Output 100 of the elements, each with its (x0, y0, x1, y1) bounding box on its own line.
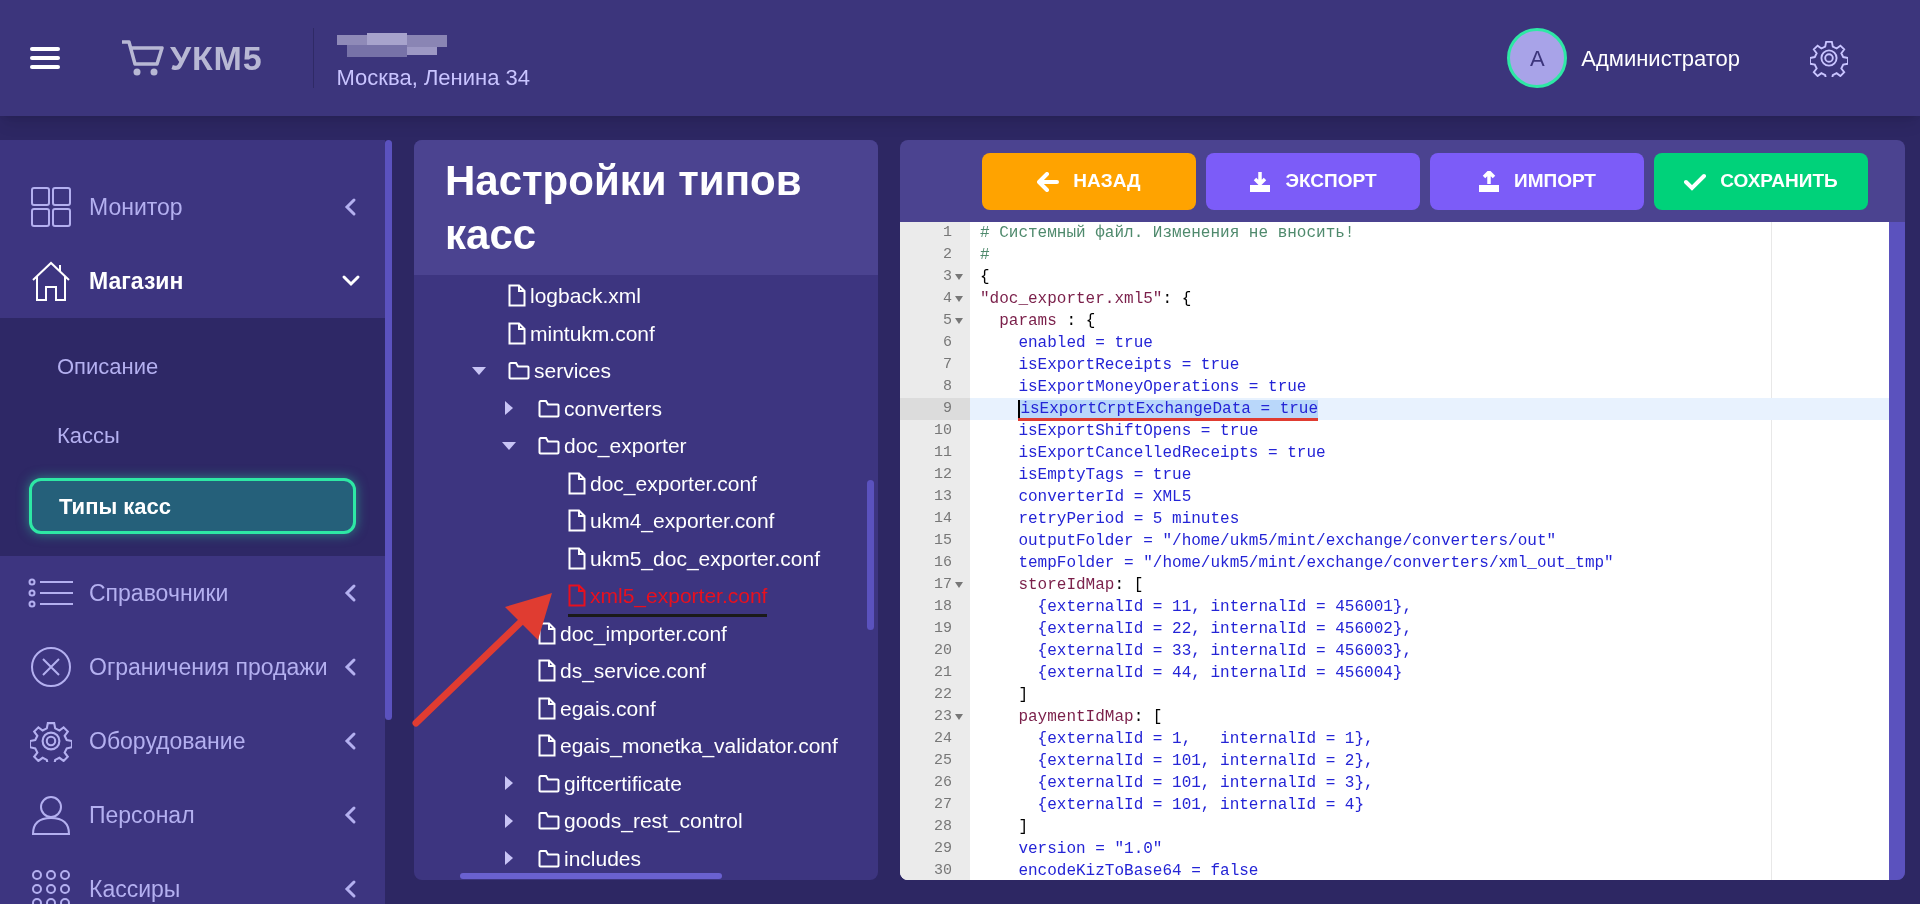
download-icon (1249, 170, 1272, 193)
file-item[interactable]: doc_exporter.conf (568, 467, 757, 499)
code-line: ] (1017, 685, 1029, 706)
fold-caret-icon[interactable] (955, 714, 963, 720)
export-button[interactable]: ЭКСПОРТ (1206, 153, 1420, 210)
line-number: 14 (934, 509, 952, 529)
collapsed-caret-icon[interactable] (504, 851, 514, 866)
file-icon (508, 321, 526, 345)
fold-caret-icon[interactable] (955, 318, 963, 324)
folder-item[interactable]: goods_rest_control (538, 805, 743, 837)
fold-caret-icon[interactable] (955, 582, 963, 588)
folder-item[interactable]: services (508, 355, 612, 387)
checkmark-icon (1684, 172, 1707, 191)
panel-title: Настройки типов касс (445, 156, 803, 260)
scrollbar-thumb[interactable] (385, 140, 392, 720)
code-line: encodeKizToBase64 = false (1017, 861, 1260, 880)
folder-icon (538, 773, 560, 793)
line-number: 12 (934, 465, 952, 485)
menu-item[interactable]: Оборудование (0, 704, 385, 778)
line-number: 1 (943, 223, 952, 243)
file-item[interactable]: egais.conf (538, 692, 656, 724)
code-line: tempFolder = "/home/ukm5/mint/exchange/converters/xml_out_tmp" (1017, 553, 1615, 574)
file-icon (568, 584, 586, 608)
menu-item[interactable]: Справочники (0, 556, 385, 630)
code-line: params : { (998, 311, 1097, 332)
folder-item[interactable]: includes (538, 842, 642, 870)
line-number: 30 (934, 861, 952, 880)
code-line: {externalId = 101, internalId = 2}, (1036, 751, 1375, 772)
line-number: 7 (943, 355, 952, 375)
code-line: {externalId = 11, internalId = 456001}, (1036, 597, 1414, 618)
code-editor[interactable] (900, 222, 1889, 880)
cart-icon (120, 38, 164, 78)
line-number: 29 (934, 839, 952, 859)
user-avatar[interactable]: А (1507, 28, 1568, 88)
code-line: ] (1017, 817, 1029, 838)
code-line: {externalId = 22, internalId = 456002}, (1036, 619, 1414, 640)
menu-item[interactable]: Магазин (0, 244, 385, 318)
code-line: enabled = true (1017, 333, 1154, 354)
folder-item[interactable]: giftcertificate (538, 767, 682, 799)
file-icon (538, 734, 556, 758)
scrollbar-track[interactable] (1889, 222, 1905, 880)
file-icon (568, 509, 586, 533)
menu-item[interactable]: Монитор (0, 170, 385, 244)
file-item[interactable]: ds_service.conf (538, 655, 706, 687)
line-number: 9 (943, 399, 952, 419)
code-line: outputFolder = "/home/ukm5/mint/exchange/converters/out" (1017, 531, 1558, 552)
code-line: retryPeriod = 5 minutes (1017, 509, 1241, 530)
menu-icon[interactable] (30, 46, 60, 70)
upload-icon (1478, 170, 1500, 193)
collapsed-caret-icon[interactable] (504, 401, 514, 416)
code-line: paymentIdMap: [ (1017, 707, 1164, 728)
code-line: isEmptyTags = true (1017, 465, 1193, 486)
fold-caret-icon[interactable] (955, 296, 963, 302)
import-button[interactable]: ИМПОРТ (1430, 153, 1644, 210)
line-number: 8 (943, 377, 952, 397)
scrollbar-thumb[interactable] (867, 480, 874, 630)
code-line: # (979, 245, 991, 266)
line-number: 10 (934, 421, 952, 441)
line-number: 19 (934, 619, 952, 639)
line-number: 6 (943, 333, 952, 353)
line-number: 2 (943, 245, 952, 265)
line-number: 22 (934, 685, 952, 705)
expanded-caret-icon[interactable] (472, 365, 486, 376)
code-line: {externalId = 1, internalId = 1}, (1036, 729, 1375, 750)
line-number: 11 (934, 443, 952, 463)
collapsed-caret-icon[interactable] (504, 776, 514, 791)
code-line: {externalId = 33, internalId = 456003}, (1036, 641, 1414, 662)
line-number: 20 (934, 641, 952, 661)
menu-item[interactable]: Ограничения продажи (0, 630, 385, 704)
user-name[interactable]: Администратор (1581, 41, 1740, 75)
arrow-left-icon (1037, 171, 1060, 192)
file-icon (508, 284, 526, 308)
menu-item[interactable]: Кассиры (0, 852, 385, 904)
code-line: {externalId = 44, internalId = 456004} (1036, 663, 1404, 684)
submenu-item[interactable]: Типы касс (29, 478, 356, 534)
fold-caret-icon[interactable] (955, 274, 963, 280)
submenu-item[interactable]: Описание (0, 332, 385, 401)
file-item[interactable]: ukm5_doc_exporter.conf (568, 542, 820, 574)
folder-icon (538, 811, 560, 831)
code-line: {externalId = 101, internalId = 4} (1036, 795, 1366, 816)
submenu-item[interactable]: Кассы (0, 401, 385, 470)
file-item[interactable]: logback.xml (508, 280, 641, 312)
collapsed-caret-icon[interactable] (504, 813, 514, 828)
menu-item[interactable]: Персонал (0, 778, 385, 852)
file-icon (568, 546, 586, 570)
expanded-caret-icon[interactable] (502, 440, 516, 451)
file-item[interactable]: mintukm.conf (508, 317, 655, 349)
folder-icon (538, 848, 560, 868)
file-item[interactable]: egais_monetka_validator.conf (538, 730, 838, 762)
folder-item[interactable]: doc_exporter (538, 430, 687, 462)
code-line: # Системный файл. Изменения не вносить! (979, 223, 1356, 244)
file-item[interactable]: ukm4_exporter.conf (568, 505, 775, 537)
line-number: 4 (943, 289, 952, 309)
scrollbar-thumb[interactable] (460, 873, 722, 879)
logo-text: УКМ5 (170, 37, 263, 79)
dots-icon (31, 869, 71, 904)
folder-item[interactable]: converters (538, 392, 663, 424)
settings-icon[interactable] (1810, 39, 1848, 77)
line-number: 15 (934, 531, 952, 551)
code-line: version = "1.0" (1017, 839, 1164, 860)
